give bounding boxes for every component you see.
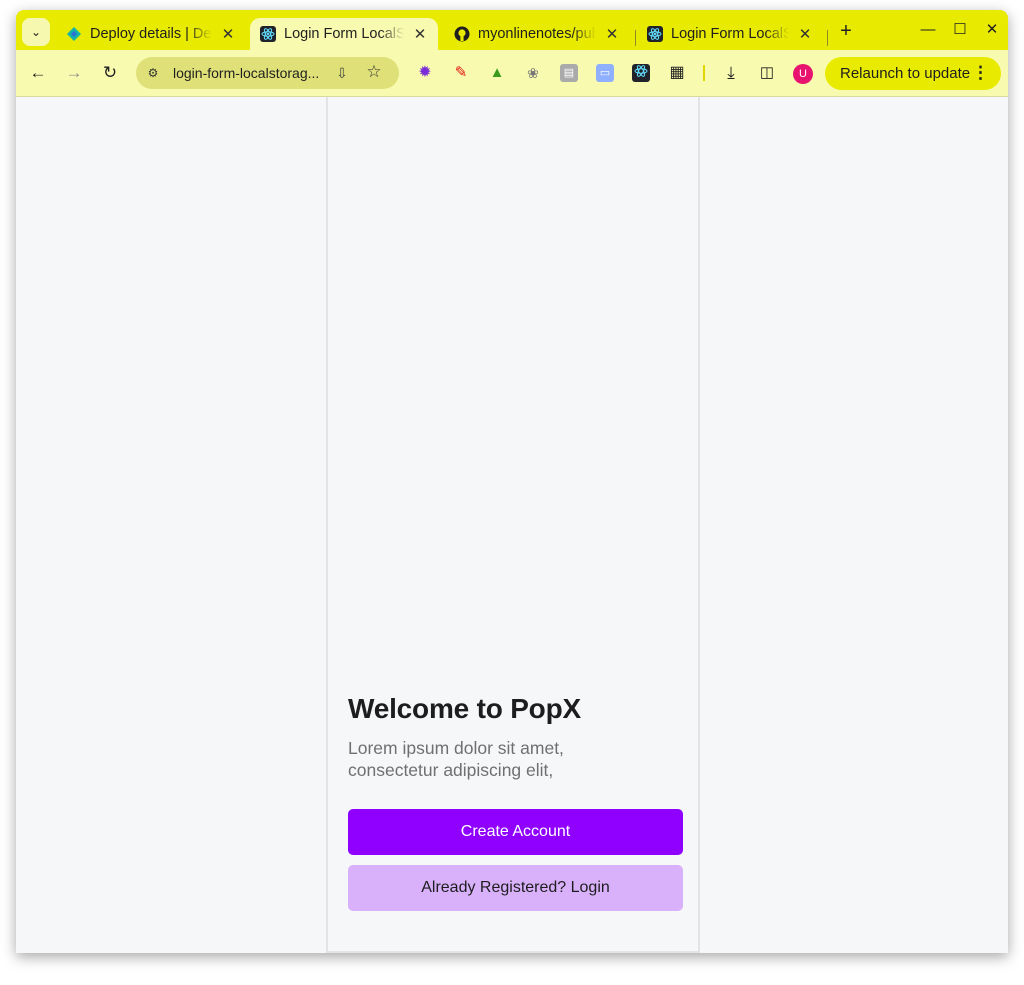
toolbar-separator [703,65,705,81]
address-url[interactable]: login-form-localstorag... [173,65,319,81]
tab-login-form-active[interactable]: Login Form LocalStorage ✕ [250,18,438,50]
tab-title: Login Form LocalStorage [284,26,404,42]
tab-deploy-details[interactable]: Deploy details | Deploys ✕ [56,18,246,50]
close-icon[interactable]: ✕ [218,25,238,43]
tab-search-button[interactable]: ⌄ [22,18,50,46]
tab-github-notes[interactable]: myonlinenotes/public ✕ [444,18,630,50]
react-icon [647,26,663,42]
gear-extension-icon[interactable]: ✹ [416,64,434,82]
tab-title: Deploy details | Deploys [90,26,212,42]
close-icon[interactable]: ✕ [410,25,430,43]
forward-arrow-icon[interactable]: → [62,61,86,85]
tab-title: Login Form LocalStorage [671,26,789,42]
close-icon[interactable]: ✕ [795,25,815,43]
address-bar[interactable]: ⚙ login-form-localstorag... ⇩ ☆ [136,57,399,89]
maximize-icon[interactable]: ☐ [944,18,976,42]
tab-strip: ⌄ Deploy details | Deploys ✕ Login Form … [16,10,1008,50]
reload-icon[interactable]: ↻ [98,61,122,85]
puzzle-extensions-icon[interactable]: ▦ [668,64,686,82]
react-icon [260,26,276,42]
profile-avatar[interactable]: U [793,64,813,84]
minimize-icon[interactable]: — [912,18,944,42]
page-viewport: Welcome to PopX Lorem ipsum dolor sit am… [16,97,1008,953]
clipboard-extension-icon[interactable]: ▭ [596,64,614,82]
login-button[interactable]: Already Registered? Login [348,865,683,911]
close-icon[interactable]: ✕ [602,25,622,43]
download-icon[interactable]: ⤓ [719,61,743,85]
chevron-down-icon: ⌄ [30,25,42,39]
browser-window: ⌄ Deploy details | Deploys ✕ Login Form … [16,10,1008,953]
install-app-icon[interactable]: ⇩ [332,63,352,83]
react-devtools-icon[interactable] [632,64,650,82]
relaunch-button[interactable]: Relaunch to update ⋮ [825,57,1001,90]
more-vert-icon[interactable]: ⋮ [972,63,989,83]
bookmark-star-icon[interactable]: ☆ [364,62,384,82]
tab-separator [827,30,828,46]
browser-toolbar: ← → ↻ ⚙ login-form-localstorag... ⇩ ☆ ✹ … [16,50,1008,97]
pen-extension-icon[interactable]: ✎ [452,64,470,82]
back-arrow-icon[interactable]: ← [26,61,50,85]
tree-extension-icon[interactable]: ▲ [488,64,506,82]
site-settings-icon[interactable]: ⚙ [144,64,162,82]
create-account-button[interactable]: Create Account [348,809,683,855]
github-icon [454,26,470,42]
tab-login-form[interactable]: Login Form LocalStorage ✕ [637,18,823,50]
welcome-description: Lorem ipsum dolor sit amet, consectetur … [348,738,564,780]
new-tab-button[interactable]: + [834,20,858,44]
document-extension-icon[interactable]: ▤ [560,64,578,82]
mobile-app-frame: Welcome to PopX Lorem ipsum dolor sit am… [326,97,700,953]
relaunch-label: Relaunch to update [840,65,971,82]
bug-extension-icon[interactable]: ❀ [524,64,542,82]
page-title: Welcome to PopX [348,693,581,724]
netlify-icon [66,26,82,42]
side-panel-icon[interactable]: ◫ [755,61,779,85]
tab-title: myonlinenotes/public [478,26,596,42]
window-close-icon[interactable]: ✕ [976,18,1008,42]
tab-separator [635,30,636,46]
